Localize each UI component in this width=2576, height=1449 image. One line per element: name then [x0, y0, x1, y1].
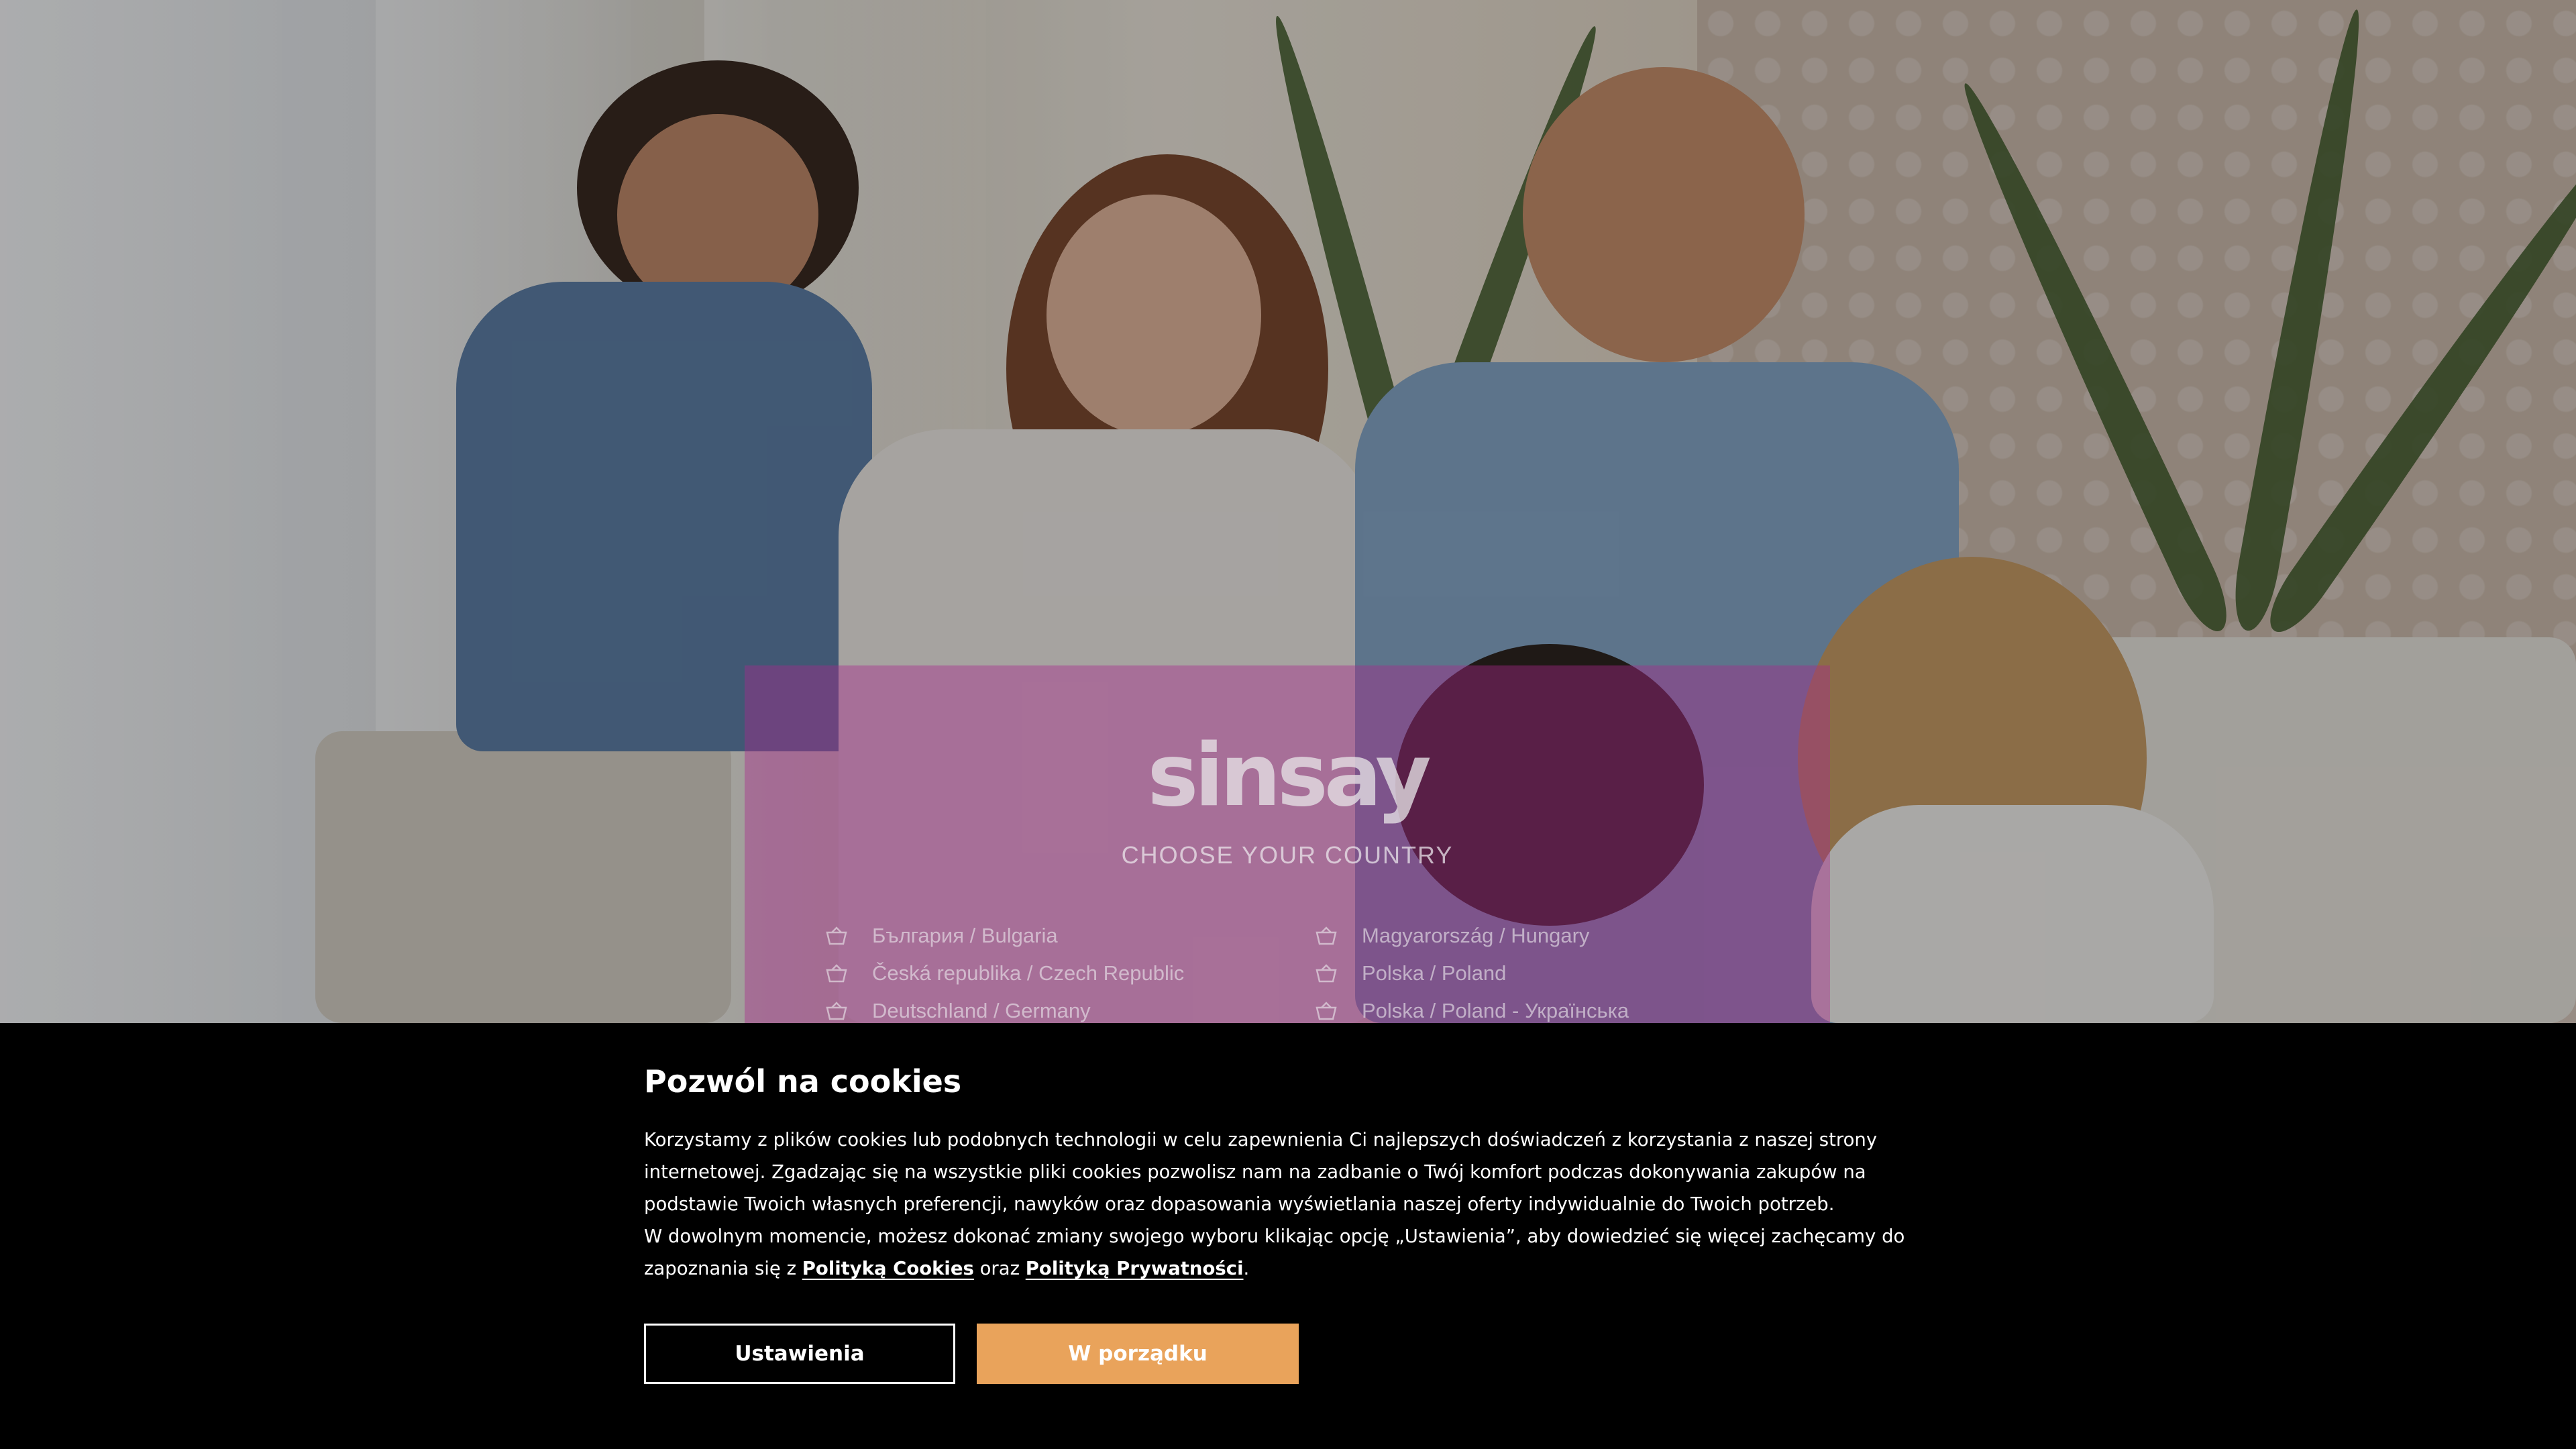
country-link-bulgaria[interactable]: България / Bulgaria	[825, 917, 1184, 955]
country-label: Polska / Poland	[1362, 961, 1507, 985]
country-link-czech[interactable]: Česká republika / Czech Republic	[825, 955, 1184, 992]
country-label: Polska / Poland - Українська	[1362, 999, 1629, 1022]
cookie-text-conjunction: oraz	[979, 1258, 1020, 1279]
country-list-left: България / Bulgaria Česká republika / Cz…	[825, 917, 1184, 1023]
country-label: Magyarország / Hungary	[1362, 924, 1590, 947]
country-chooser: sinsay CHOOSE YOUR COUNTRY България / Bu…	[745, 665, 1830, 1023]
privacy-policy-link[interactable]: Polityką Prywatności	[1026, 1258, 1244, 1279]
country-link-poland-ukrainian[interactable]: Polska / Poland - Українська	[1315, 992, 1629, 1023]
basket-icon	[826, 964, 847, 983]
cookie-text: Korzystamy z plików cookies lub podobnyc…	[644, 1124, 1919, 1285]
cookie-content: Pozwól na cookies Korzystamy z plików co…	[644, 1063, 1919, 1285]
country-label: Česká republika / Czech Republic	[872, 961, 1185, 985]
country-label: България / Bulgaria	[872, 924, 1058, 947]
cookie-title: Pozwól na cookies	[644, 1063, 962, 1099]
basket-icon	[1316, 1002, 1337, 1020]
basket-icon	[826, 1002, 847, 1020]
cookie-banner: Pozwól na cookies Korzystamy z plików co…	[0, 1023, 2576, 1449]
country-link-hungary[interactable]: Magyarország / Hungary	[1315, 917, 1629, 955]
cookie-buttons: Ustawienia W porządku	[644, 1324, 1299, 1384]
basket-icon	[826, 926, 847, 945]
country-link-poland[interactable]: Polska / Poland	[1315, 955, 1629, 992]
basket-icon	[1316, 964, 1337, 983]
cookie-text-paragraph-2: W dowolnym momencie, możesz dokonać zmia…	[644, 1220, 1919, 1285]
country-list-right: Magyarország / Hungary Polska / Poland P…	[1315, 917, 1629, 1023]
cookie-policy-link[interactable]: Polityką Cookies	[802, 1258, 974, 1279]
cookie-text-paragraph-1: Korzystamy z plików cookies lub podobnyc…	[644, 1129, 1878, 1215]
accept-button[interactable]: W porządku	[977, 1324, 1299, 1384]
sinsay-logo: sinsay	[1147, 726, 1431, 826]
country-link-germany[interactable]: Deutschland / Germany	[825, 992, 1184, 1023]
basket-icon	[1316, 926, 1337, 945]
cookie-text-period: .	[1243, 1258, 1250, 1279]
settings-button[interactable]: Ustawienia	[644, 1324, 955, 1384]
choose-country-title: CHOOSE YOUR COUNTRY	[1121, 841, 1454, 869]
country-label: Deutschland / Germany	[872, 999, 1091, 1022]
